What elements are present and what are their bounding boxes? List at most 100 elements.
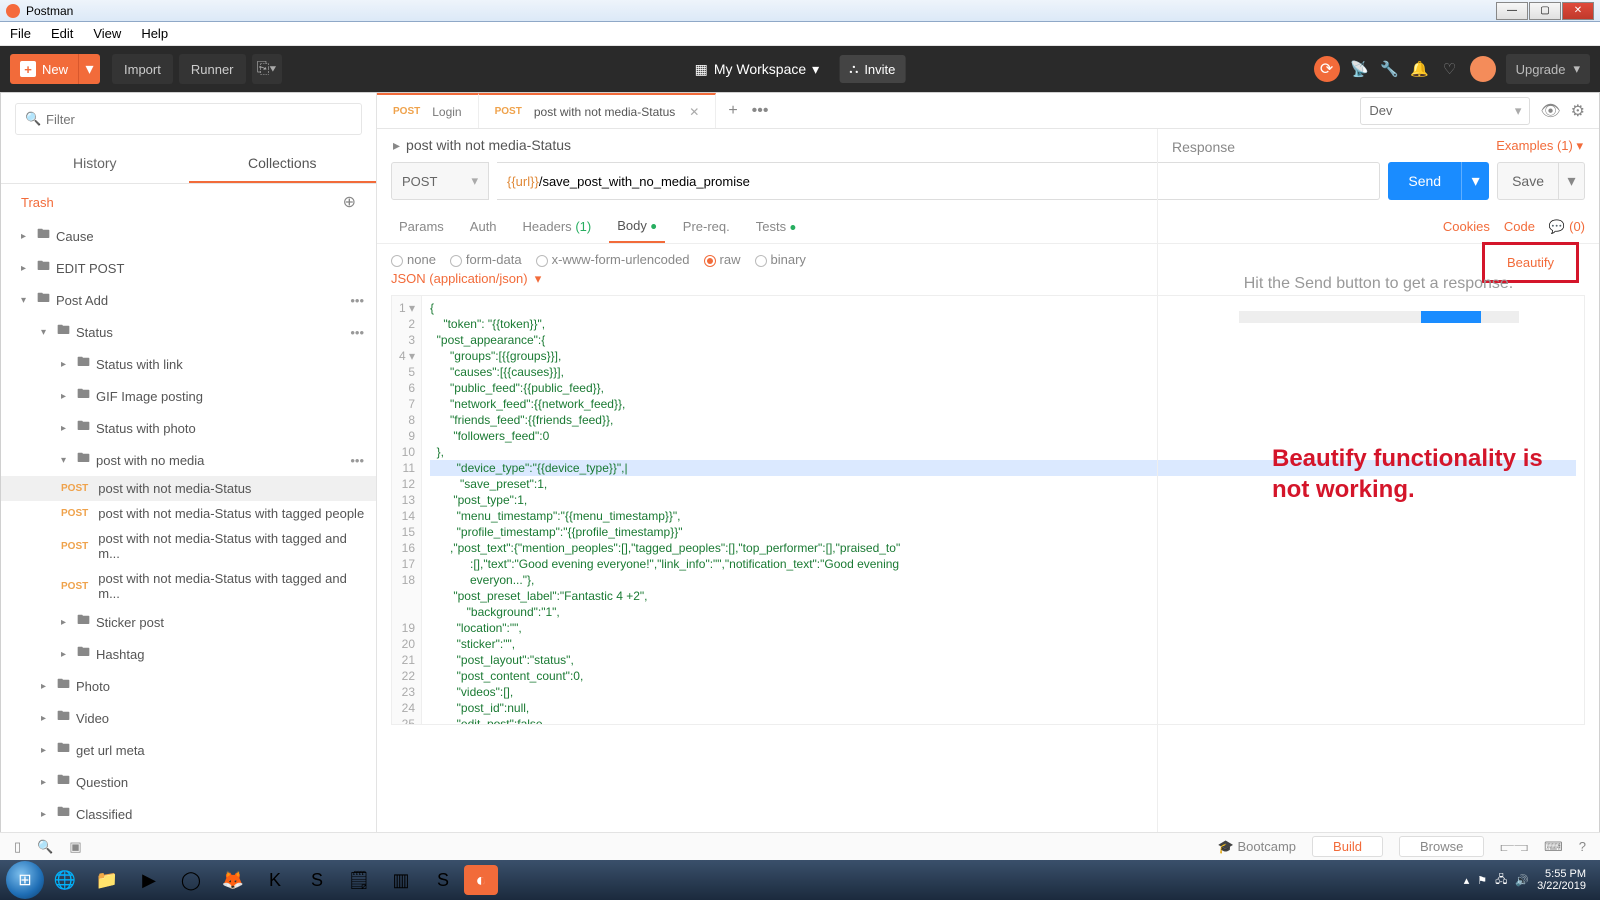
taskbar-ie-icon[interactable]: 🌐 [44,864,86,896]
request-item[interactable]: POSTpost with not media-Status with tagg… [1,501,376,526]
two-pane-icon[interactable]: ⫍⫎ [1500,839,1528,855]
taskbar-app-icon[interactable]: K [254,864,296,896]
tray-clock[interactable]: 5:55 PM 3/22/2019 [1537,868,1586,892]
folder-icon: 🖿 [57,803,70,825]
sync-icon[interactable]: ⟳ [1314,56,1340,82]
folder-item[interactable]: ▸🖿Video [1,702,376,734]
runner-button[interactable]: Runner [179,54,246,84]
body-raw[interactable]: raw [704,252,741,267]
body-binary[interactable]: binary [755,252,806,267]
close-icon[interactable]: ✕ [689,105,699,119]
request-item[interactable]: POSTpost with not media-Status with tagg… [1,566,376,606]
folder-item[interactable]: ▸🖿Question [1,766,376,798]
taskbar-explorer-icon[interactable]: 📁 [86,864,128,896]
workspace-selector[interactable]: ▦ My Workspace ▾ ⛬Invite [695,55,906,83]
tray-flag-icon[interactable]: ⚑ [1477,874,1487,887]
item-menu-icon[interactable]: ••• [350,325,364,340]
tab-collections[interactable]: Collections [189,145,377,183]
chevron-down-icon: ▾ [471,173,478,189]
console-icon[interactable]: ▣ [69,839,81,855]
maximize-button[interactable]: ▢ [1529,2,1561,20]
avatar[interactable] [1470,56,1496,82]
taskbar-firefox-icon[interactable]: 🦊 [212,864,254,896]
menu-file[interactable]: File [0,26,41,41]
new-button[interactable]: +New [10,54,78,84]
tab-history[interactable]: History [1,145,189,183]
tab-headers[interactable]: Headers (1) [515,211,600,242]
body-none[interactable]: none [391,252,436,267]
tray-volume-icon[interactable]: 🔊 [1515,874,1529,887]
new-collection-icon[interactable]: ⊕ [343,192,356,212]
folder-item[interactable]: ▸🖿Photo [1,670,376,702]
close-button[interactable]: ✕ [1562,2,1594,20]
capture-button[interactable]: ⎘▾ [252,54,282,84]
folder-item[interactable]: ▸🖿EDIT POST [1,252,376,284]
folder-item[interactable]: ▸🖿Classified [1,798,376,830]
trash-link[interactable]: Trash [21,195,54,210]
folder-item[interactable]: ▸🖿Cause [1,220,376,252]
folder-item[interactable]: ▸🖿Status with photo [1,412,376,444]
taskbar-sublime-icon[interactable]: S [422,864,464,896]
tab-options-icon[interactable]: ••• [752,102,769,120]
request-tab-active[interactable]: POST post with not media-Status ✕ [479,93,717,128]
tab-prereq[interactable]: Pre-req. [675,211,738,242]
help-icon[interactable]: ? [1579,839,1586,854]
folder-item[interactable]: ▾🖿post with no media••• [1,444,376,476]
environment-select[interactable]: Dev▾ [1360,97,1530,125]
find-icon[interactable]: 🔍 [37,839,53,855]
bell-icon[interactable]: 🔔 [1410,60,1430,78]
upgrade-button[interactable]: Upgrade▾ [1506,54,1590,84]
request-item[interactable]: POSTpost with not media-Status with tagg… [1,526,376,566]
folder-item[interactable]: ▾🖿Post Add••• [1,284,376,316]
filter-input[interactable] [15,103,362,135]
request-tab-login[interactable]: POST Login [377,93,479,128]
menu-help[interactable]: Help [131,26,178,41]
taskbar-notes-icon[interactable]: 🗒 [338,864,380,896]
eye-icon[interactable]: 👁 [1540,101,1560,121]
menu-view[interactable]: View [83,26,131,41]
folder-item[interactable]: ▸🖿Sticker post [1,606,376,638]
request-item[interactable]: POSTpost with not media-Status [1,476,376,501]
body-xwww[interactable]: x-www-form-urlencoded [536,252,690,267]
taskbar-postman-icon[interactable]: ◐ [464,865,498,895]
browse-toggle[interactable]: Browse [1399,836,1484,857]
tab-params[interactable]: Params [391,211,452,242]
folder-item[interactable]: ▸🖿Status with link [1,348,376,380]
taskbar-skype-icon[interactable]: S [296,864,338,896]
taskbar-xampp-icon[interactable]: ▥ [380,864,422,896]
method-select[interactable]: POST▾ [391,162,489,200]
folder-icon: 🖿 [37,257,50,279]
item-label: Question [76,775,128,790]
invite-button[interactable]: ⛬Invite [839,55,905,83]
gear-icon[interactable]: ⚙ [1571,101,1585,121]
import-button[interactable]: Import [112,54,173,84]
folder-item[interactable]: ▸🖿GIF Image posting [1,380,376,412]
item-menu-icon[interactable]: ••• [350,453,364,468]
tab-body[interactable]: Body • [609,210,665,243]
breadcrumb: post with not media-Status [406,137,571,153]
bootcamp-link[interactable]: 🎓 Bootcamp [1218,839,1296,855]
menu-edit[interactable]: Edit [41,26,83,41]
tab-auth[interactable]: Auth [462,211,505,242]
satellite-icon[interactable]: 📡 [1350,60,1370,78]
tray-chevron-icon[interactable]: ▴ [1464,874,1470,887]
wrench-icon[interactable]: 🔧 [1380,60,1400,78]
sidebar-toggle-icon[interactable]: ▯ [14,839,21,855]
folder-item[interactable]: ▸🖿Hashtag [1,638,376,670]
start-button[interactable]: ⊞ [6,861,44,899]
heart-icon[interactable]: ♡ [1440,60,1460,78]
build-toggle[interactable]: Build [1312,836,1383,857]
breadcrumb-caret[interactable]: ▸ [393,137,400,153]
taskbar-chrome-icon[interactable]: ◯ [170,864,212,896]
new-dropdown[interactable]: ▾ [78,54,100,84]
folder-item[interactable]: ▸🖿get url meta [1,734,376,766]
folder-item[interactable]: ▾🖿Status••• [1,316,376,348]
keyboard-icon[interactable]: ⌨ [1544,839,1563,855]
tray-network-icon[interactable]: 🖧 [1495,871,1507,890]
body-formdata[interactable]: form-data [450,252,522,267]
tab-tests[interactable]: Tests • [748,211,804,242]
new-tab-button[interactable]: + [728,102,737,120]
taskbar-media-icon[interactable]: ▶ [128,864,170,896]
item-menu-icon[interactable]: ••• [350,293,364,308]
minimize-button[interactable]: — [1496,2,1528,20]
